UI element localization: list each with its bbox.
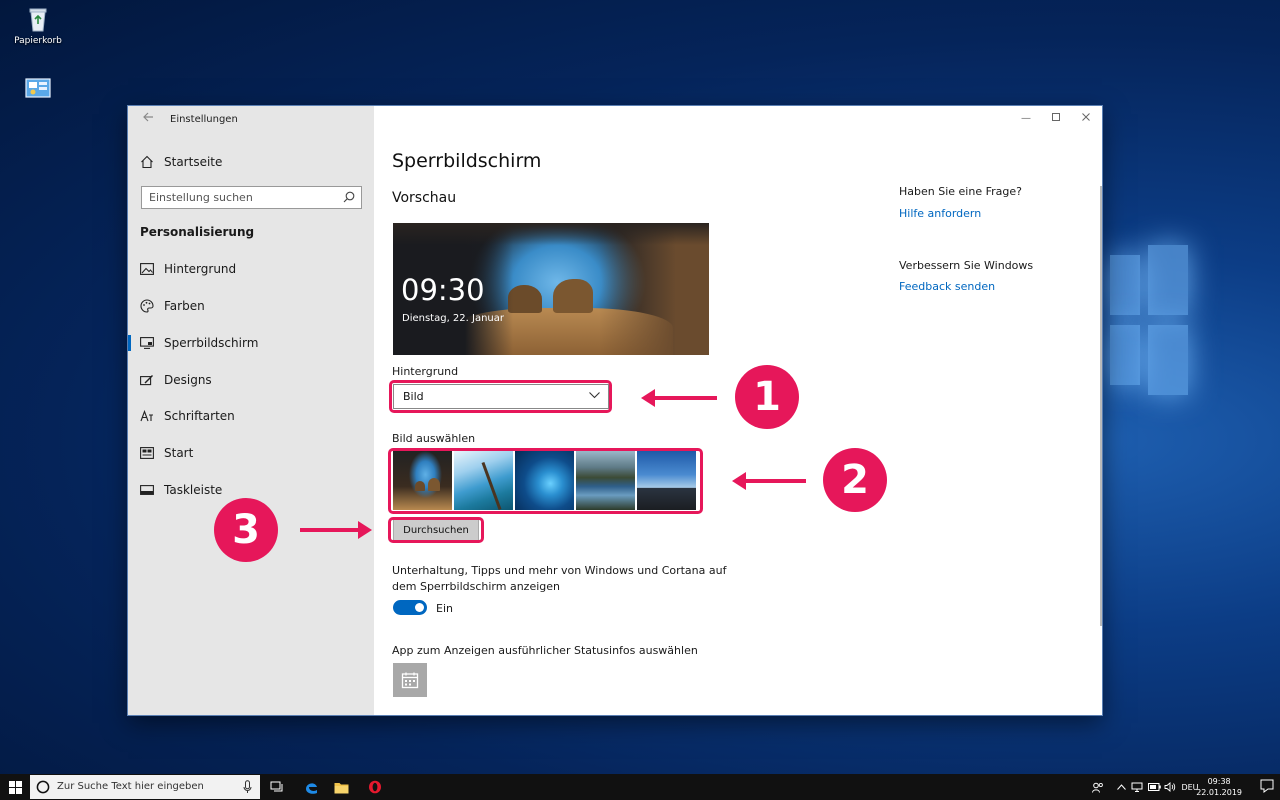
sidebar-item-label: Taskleiste (164, 483, 223, 497)
volume-button[interactable] (1163, 774, 1177, 800)
font-icon (140, 410, 153, 422)
edge-icon (305, 782, 317, 794)
lockscreen-icon (140, 337, 154, 349)
desktop-icon-recycle-bin[interactable]: Papierkorb (3, 5, 73, 46)
back-button[interactable] (138, 110, 158, 130)
get-help-link[interactable]: Hilfe anfordern (899, 207, 981, 220)
improve-windows-heading: Verbessern Sie Windows (899, 259, 1034, 272)
opera-button[interactable] (360, 774, 390, 800)
taskbar-clock[interactable]: 09:38 22.01.2019 (1196, 776, 1242, 798)
sidebar-item-label: Hintergrund (164, 262, 237, 276)
recycle-bin-label: Papierkorb (14, 36, 62, 46)
clock-date: 22.01.2019 (1196, 788, 1242, 797)
network-icon (1131, 782, 1143, 792)
nav-home[interactable]: Startseite (128, 144, 374, 180)
status-app-button[interactable] (393, 663, 427, 697)
network-button[interactable] (1130, 774, 1144, 800)
settings-search[interactable] (141, 186, 362, 209)
volume-icon (1164, 782, 1176, 792)
edge-button[interactable] (296, 774, 326, 800)
lockscreen-preview: 09:30 Dienstag, 22. Januar (393, 223, 709, 355)
tray-overflow-button[interactable] (1114, 774, 1128, 800)
section-title: Personalisierung (140, 225, 255, 239)
microphone-icon (243, 780, 252, 793)
titlebar: Einstellungen (128, 106, 374, 134)
battery-icon (1147, 783, 1161, 791)
action-center-button[interactable] (1260, 779, 1274, 796)
people-icon (1092, 782, 1103, 793)
sidebar-item-label: Designs (164, 373, 212, 387)
sidebar: Einstellungen Startseite Personalisierun… (128, 106, 374, 715)
clock-time: 09:38 (1207, 777, 1231, 786)
sidebar-item-label: Sperrbildschirm (164, 336, 259, 350)
image-icon (140, 263, 154, 275)
nav-home-label: Startseite (164, 155, 223, 169)
opera-icon (369, 780, 381, 794)
home-icon (141, 155, 153, 169)
cortana-icon (36, 780, 50, 794)
tips-toggle[interactable] (393, 600, 427, 615)
notification-icon (1260, 779, 1274, 793)
start-button[interactable] (0, 774, 30, 800)
badge-2: 2 (823, 448, 887, 512)
taskbar-icon (140, 485, 154, 495)
windows-logo-icon (8, 780, 22, 794)
badge-1: 1 (735, 365, 799, 429)
task-view-button[interactable] (262, 774, 292, 800)
taskbar: Zur Suche Text hier eingeben DEU 09:38 2… (0, 774, 1280, 800)
sidebar-item-designs[interactable]: Designs (128, 362, 374, 398)
taskbar-search-placeholder: Zur Suche Text hier eingeben (57, 781, 204, 792)
start-icon (140, 447, 154, 459)
status-app-label: App zum Anzeigen ausführlicher Statusinf… (392, 644, 698, 657)
back-arrow-icon (143, 112, 153, 122)
file-explorer-button[interactable] (326, 774, 356, 800)
arrow-3 (300, 521, 372, 539)
scrollbar[interactable] (1100, 186, 1102, 626)
arrow-1 (641, 389, 717, 407)
highlight-thumbnails (388, 448, 703, 514)
highlight-browse (388, 517, 484, 543)
tips-toggle-description: Unterhaltung, Tipps und mehr von Windows… (392, 564, 727, 593)
desktop-windows-logo (1100, 200, 1280, 500)
recycle-bin-icon (29, 8, 47, 32)
feedback-link[interactable]: Feedback senden (899, 280, 995, 293)
sidebar-item-start[interactable]: Start (128, 435, 374, 471)
app-title: Einstellungen (170, 114, 238, 125)
preview-time: 09:30 (401, 273, 485, 307)
page-title: Sperrbildschirm (392, 150, 542, 172)
sidebar-item-hintergrund[interactable]: Hintergrund (128, 251, 374, 287)
people-button[interactable] (1090, 774, 1106, 800)
battery-button[interactable] (1147, 774, 1161, 800)
background-label: Hintergrund (392, 365, 459, 378)
help-question: Haben Sie eine Frage? (899, 185, 1022, 198)
highlight-dropdown (389, 380, 612, 413)
arrow-2 (732, 472, 806, 490)
sidebar-item-label: Farben (164, 299, 205, 313)
choose-image-label: Bild auswählen (392, 432, 476, 445)
chevron-up-icon (1116, 784, 1126, 790)
task-view-icon (270, 781, 283, 792)
sidebar-item-schriftarten[interactable]: Schriftarten (128, 398, 374, 434)
sidebar-item-sperrbildschirm[interactable]: Sperrbildschirm (128, 325, 374, 361)
folder-icon (334, 782, 348, 793)
preview-heading: Vorschau (392, 190, 457, 206)
sidebar-item-farben[interactable]: Farben (128, 288, 374, 324)
desktop-icon-control-panel[interactable] (3, 75, 73, 106)
control-panel-icon (25, 78, 51, 98)
badge-3: 3 (214, 498, 278, 562)
palette-icon (140, 299, 154, 313)
search-icon (343, 191, 355, 203)
sidebar-item-label: Schriftarten (164, 409, 235, 423)
settings-search-input[interactable] (142, 187, 332, 208)
brush-icon (140, 374, 153, 385)
calendar-icon (401, 672, 419, 689)
settings-window: Einstellungen Startseite Personalisierun… (128, 106, 1102, 715)
tips-toggle-state: Ein (436, 602, 453, 615)
sidebar-item-label: Start (164, 446, 194, 460)
preview-date: Dienstag, 22. Januar (402, 313, 505, 324)
taskbar-search[interactable]: Zur Suche Text hier eingeben (30, 775, 260, 799)
